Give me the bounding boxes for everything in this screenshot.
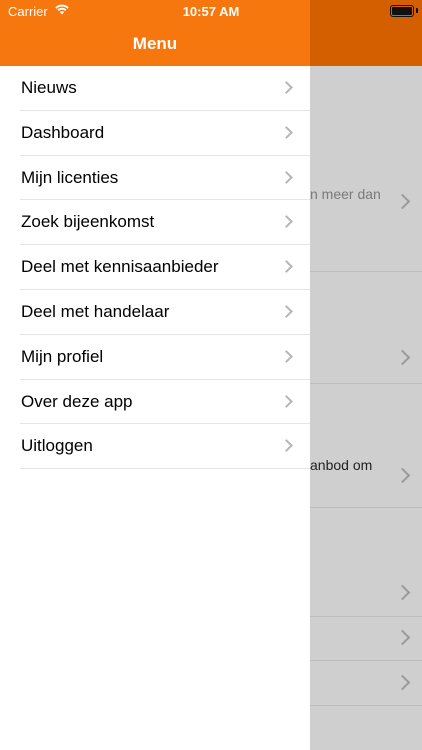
divider — [310, 616, 422, 617]
chevron-right-icon — [280, 349, 293, 363]
menu-item-deel-met-kennisaanbieder[interactable]: Deel met kennisaanbieder — [20, 245, 310, 290]
chevron-right-icon — [394, 349, 411, 366]
divider — [310, 507, 422, 508]
divider — [310, 383, 422, 384]
chevron-right-icon — [394, 467, 411, 484]
chevron-right-icon — [280, 81, 293, 94]
menu-item-mijn-profiel[interactable]: Mijn profiel — [20, 335, 310, 380]
menu-item-mijn-licenties[interactable]: Mijn licenties — [20, 156, 310, 201]
menu-item-label: Mijn licenties — [21, 167, 119, 187]
menu-item-zoek-bijeenkomst[interactable]: Zoek bijeenkomst — [20, 200, 310, 246]
menu-item-label: Deel met kennisaanbieder — [21, 257, 219, 277]
divider — [310, 660, 422, 661]
chevron-right-icon — [280, 260, 293, 274]
side-menu: Menu Nieuws Dashboard Mijn licenties Zoe… — [0, 0, 310, 750]
divider — [310, 271, 422, 272]
menu-item-label: Mijn profiel — [21, 346, 104, 366]
menu-item-label: Dashboard — [21, 122, 105, 142]
chevron-right-icon — [394, 674, 411, 691]
menu-item-dashboard[interactable]: Dashboard — [20, 111, 310, 156]
chevron-right-icon — [280, 305, 293, 318]
chevron-right-icon — [394, 629, 411, 646]
menu-item-label: Deel met handelaar — [21, 301, 170, 321]
background-text: n meer dan — [310, 186, 381, 202]
menu-item-over-deze-app[interactable]: Over deze app — [20, 380, 310, 425]
menu-item-deel-met-handelaar[interactable]: Deel met handelaar — [20, 290, 310, 335]
chevron-right-icon — [280, 170, 293, 184]
chevron-right-icon — [394, 193, 411, 210]
menu-item-label: Nieuws — [21, 78, 77, 97]
chevron-right-icon — [394, 584, 411, 601]
menu-item-label: Over deze app — [21, 391, 133, 411]
menu-item-label: Uitloggen — [21, 436, 93, 456]
chevron-right-icon — [280, 125, 293, 139]
divider — [310, 705, 422, 706]
battery-icon — [390, 5, 414, 17]
chevron-right-icon — [280, 439, 293, 453]
menu-list: Nieuws Dashboard Mijn licenties Zoek bij… — [0, 66, 310, 470]
menu-item-uitloggen[interactable]: Uitloggen — [20, 424, 310, 470]
battery-tip — [416, 8, 418, 13]
menu-item-label: Zoek bijeenkomst — [21, 212, 155, 232]
status-bar: Carrier 10:57 AM — [0, 0, 422, 22]
background-text: anbod om — [310, 457, 373, 473]
menu-title: Menu — [132, 34, 178, 53]
chevron-right-icon — [280, 394, 293, 408]
clock: 10:57 AM — [182, 4, 240, 19]
menu-item-nieuws[interactable]: Nieuws — [20, 66, 310, 111]
chevron-right-icon — [280, 215, 293, 229]
